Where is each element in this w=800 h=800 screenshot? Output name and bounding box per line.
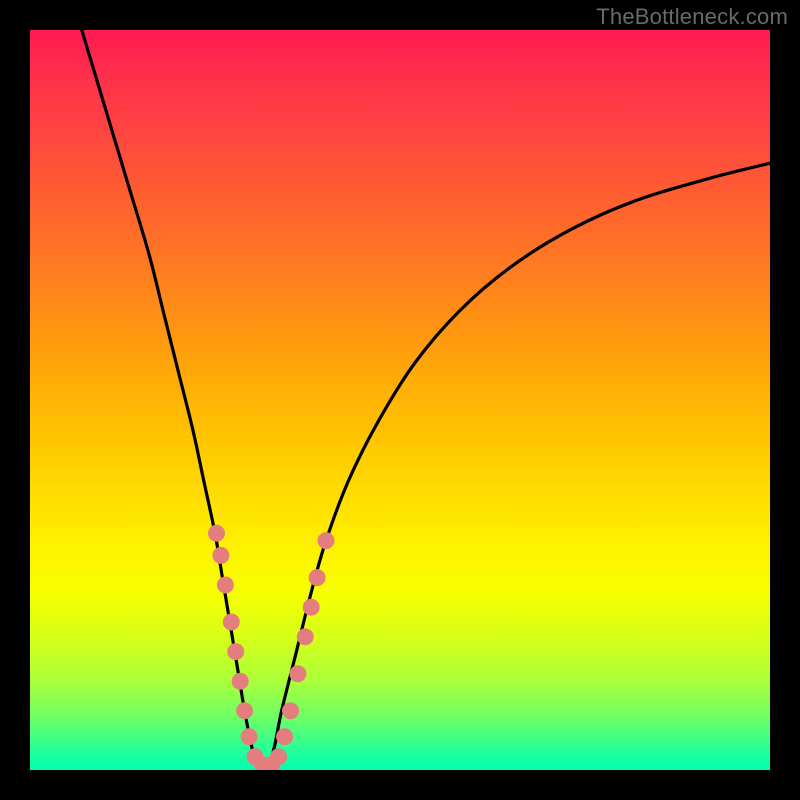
data-marker (309, 569, 326, 586)
plot-area (30, 30, 770, 770)
data-marker (236, 702, 253, 719)
data-marker (276, 728, 293, 745)
chart-svg (30, 30, 770, 770)
data-marker (289, 665, 306, 682)
chart-frame: TheBottleneck.com (0, 0, 800, 800)
data-marker (282, 702, 299, 719)
watermark-text: TheBottleneck.com (596, 4, 788, 30)
data-marker (241, 728, 258, 745)
data-marker (232, 673, 249, 690)
data-marker (208, 525, 225, 542)
data-marker (227, 643, 244, 660)
data-marker (223, 614, 240, 631)
data-marker (212, 547, 229, 564)
data-marker (297, 628, 314, 645)
marker-group (208, 525, 335, 770)
data-marker (270, 748, 287, 765)
data-marker (303, 599, 320, 616)
data-marker (318, 532, 335, 549)
data-marker (217, 577, 234, 594)
bottleneck-curve (82, 30, 770, 770)
